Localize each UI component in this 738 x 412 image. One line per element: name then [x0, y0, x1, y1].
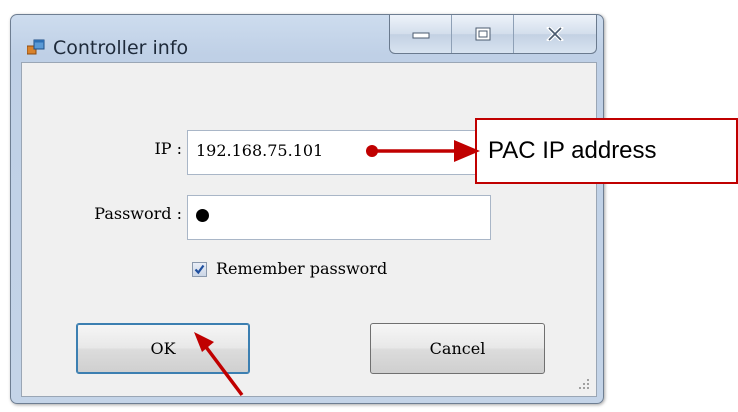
dialog-client-area: IP : 192.168.75.101 Password : Remember … [21, 62, 597, 397]
password-mask-dot [196, 209, 209, 222]
password-label: Password : [94, 204, 182, 223]
ip-value: 192.168.75.101 [196, 141, 324, 160]
cancel-button[interactable]: Cancel [370, 323, 545, 374]
close-button[interactable] [514, 15, 596, 53]
resize-grip-icon[interactable] [578, 378, 590, 390]
minimize-icon [412, 32, 429, 39]
remember-password-checkbox[interactable] [192, 262, 207, 277]
ok-button[interactable]: OK [76, 323, 250, 374]
callout-box: PAC IP address [475, 118, 738, 184]
window-title: Controller info [53, 37, 189, 59]
caption-buttons [389, 15, 597, 54]
password-input[interactable] [187, 195, 491, 240]
ip-label: IP : [154, 139, 182, 158]
minimize-button[interactable] [390, 15, 452, 53]
app-window-icon [27, 39, 45, 55]
close-icon [546, 27, 564, 41]
remember-password-label: Remember password [216, 259, 388, 278]
checkmark-icon [194, 264, 205, 275]
callout-text: PAC IP address [488, 137, 657, 164]
ip-input[interactable]: 192.168.75.101 [187, 130, 490, 175]
maximize-button[interactable] [452, 15, 514, 53]
maximize-icon [475, 27, 490, 41]
